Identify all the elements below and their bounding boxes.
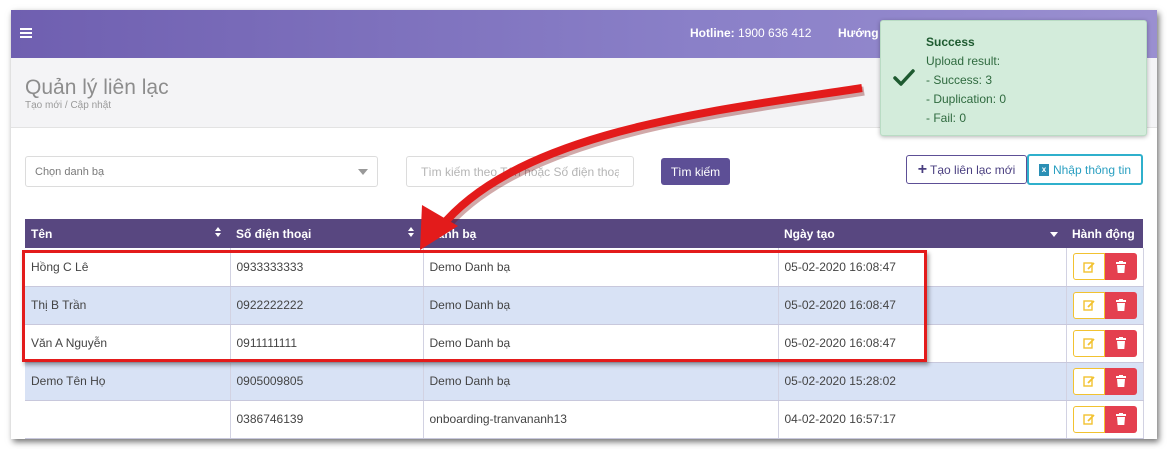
edit-icon[interactable] bbox=[1072, 367, 1105, 395]
toast-line: - Duplication: 0 bbox=[926, 92, 1007, 106]
table-row: Văn A Nguyễn 0911111111 Demo Danh bạ 05-… bbox=[25, 324, 1144, 363]
col-phone[interactable]: Số điện thoại bbox=[230, 219, 423, 248]
trash-icon[interactable] bbox=[1104, 253, 1137, 281]
guide-link[interactable]: Hướng bbox=[838, 26, 879, 40]
sort-icon[interactable] bbox=[408, 227, 415, 238]
toast-line: - Fail: 0 bbox=[926, 111, 967, 125]
plus-icon: + bbox=[917, 160, 928, 178]
edit-icon[interactable] bbox=[1072, 253, 1105, 281]
cell-phone: 0386746139 bbox=[230, 400, 424, 439]
hotline: Hotline: 1900 636 412 bbox=[690, 26, 811, 40]
search-button[interactable]: Tìm kiếm bbox=[661, 158, 730, 185]
import-label: Nhập thông tin bbox=[1052, 162, 1132, 177]
cell-actions bbox=[1066, 362, 1144, 401]
cell-created: 05-02-2020 15:28:02 bbox=[778, 362, 1067, 401]
table-row: Demo Tên Họ 0905009805 Demo Danh bạ 05-0… bbox=[25, 362, 1144, 401]
cell-name bbox=[25, 400, 231, 439]
search-input[interactable] bbox=[406, 156, 634, 187]
trash-icon[interactable] bbox=[1104, 367, 1137, 395]
cell-created: 05-02-2020 16:08:47 bbox=[778, 286, 1067, 325]
menu-icon[interactable] bbox=[20, 28, 32, 38]
cell-name: Văn A Nguyễn bbox=[25, 324, 231, 363]
cell-phonebook: Demo Danh bạ bbox=[423, 248, 779, 287]
check-icon bbox=[893, 69, 915, 86]
cell-phonebook: onboarding-tranvananh13 bbox=[423, 400, 779, 439]
cell-actions bbox=[1066, 248, 1144, 287]
cell-phone: 0911111111 bbox=[230, 324, 424, 363]
phonebook-select[interactable]: Chọn danh bạ bbox=[25, 156, 378, 187]
import-button[interactable]: x Nhập thông tin bbox=[1027, 154, 1143, 185]
edit-icon[interactable] bbox=[1072, 405, 1105, 433]
col-actions: Hành động bbox=[1066, 219, 1143, 248]
cell-phone: 0922222222 bbox=[230, 286, 424, 325]
sort-icon[interactable] bbox=[215, 227, 222, 238]
trash-icon[interactable] bbox=[1104, 329, 1137, 357]
toast-line: - Success: 3 bbox=[926, 73, 993, 87]
cell-created: 04-02-2020 16:57:17 bbox=[778, 400, 1067, 439]
trash-icon[interactable] bbox=[1104, 291, 1137, 319]
toast-title: Success bbox=[926, 35, 975, 49]
excel-icon: x bbox=[1038, 163, 1049, 176]
trash-icon[interactable] bbox=[1104, 405, 1137, 433]
cell-actions bbox=[1066, 324, 1144, 363]
table-row: 0386746139 onboarding-tranvananh13 04-02… bbox=[25, 400, 1144, 439]
hotline-label: Hotline: bbox=[690, 26, 735, 40]
cell-phonebook: Demo Danh bạ bbox=[423, 362, 779, 401]
edit-icon[interactable] bbox=[1072, 291, 1105, 319]
cell-created: 05-02-2020 16:08:47 bbox=[778, 248, 1067, 287]
success-toast[interactable]: Success Upload result: - Success: 3 - Du… bbox=[880, 20, 1147, 136]
add-contact-label: Tạo liên lạc mới bbox=[930, 162, 1016, 177]
hotline-number: 1900 636 412 bbox=[738, 26, 812, 40]
cell-phone: 0905009805 bbox=[230, 362, 424, 401]
cell-actions bbox=[1066, 286, 1144, 325]
cell-name: Demo Tên Họ bbox=[25, 362, 231, 401]
breadcrumb: Tạo mới / Cập nhật bbox=[25, 100, 112, 111]
edit-icon[interactable] bbox=[1072, 329, 1105, 357]
cell-name: Hồng C Lê bbox=[25, 248, 231, 287]
cell-phonebook: Demo Danh bạ bbox=[423, 324, 779, 363]
cell-actions bbox=[1066, 400, 1144, 439]
add-contact-button[interactable]: + Tạo liên lạc mới bbox=[906, 155, 1027, 184]
table-row: Thị B Trần 0922222222 Demo Danh bạ 05-02… bbox=[25, 286, 1144, 325]
contacts-table: Tên Số điện thoại Danh bạ Ngày tạo Hành … bbox=[25, 219, 1144, 439]
sort-desc-icon[interactable] bbox=[1050, 232, 1058, 237]
table-header-row: Tên Số điện thoại Danh bạ Ngày tạo Hành … bbox=[25, 219, 1143, 248]
cell-name: Thị B Trần bbox=[25, 286, 231, 325]
phonebook-select-value: Chọn danh bạ bbox=[35, 166, 105, 178]
cell-phonebook: Demo Danh bạ bbox=[423, 286, 779, 325]
cell-phone: 0933333333 bbox=[230, 248, 424, 287]
page-title: Quản lý liên lạc bbox=[25, 76, 169, 99]
col-created[interactable]: Ngày tạo bbox=[778, 219, 1066, 248]
col-phonebook[interactable]: Danh bạ bbox=[423, 219, 778, 248]
chevron-down-icon bbox=[358, 169, 368, 175]
col-name[interactable]: Tên bbox=[25, 219, 230, 248]
table-row: Hồng C Lê 0933333333 Demo Danh bạ 05-02-… bbox=[25, 248, 1144, 287]
toast-line: Upload result: bbox=[926, 54, 1001, 68]
cell-created: 05-02-2020 16:08:47 bbox=[778, 324, 1067, 363]
